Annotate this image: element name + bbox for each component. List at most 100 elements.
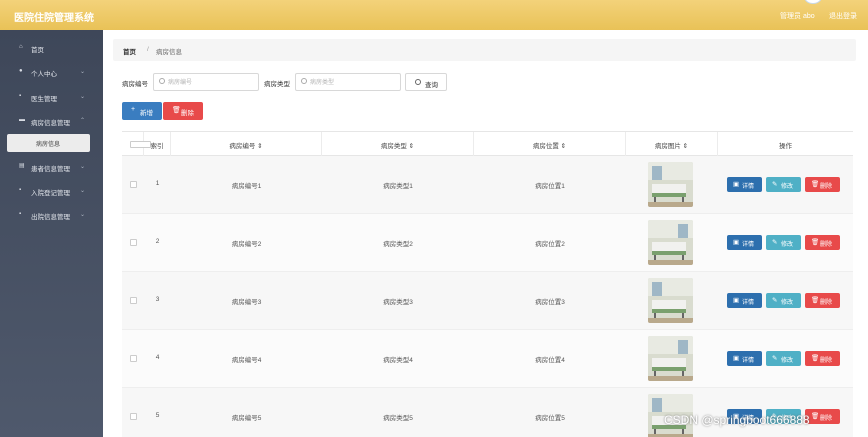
table-row: 3 病房编号3 病房类型3 病房位置3 ▣ 详情 ✎ 修改 🗑 删除 [122, 272, 853, 330]
breadcrumb: 首页 / 病房信息 [113, 39, 856, 61]
delete-button-label: 删除 [820, 416, 833, 422]
row-room-location: 病房位置3 [535, 299, 565, 306]
delete-button-label: 删除 [820, 242, 833, 248]
detail-icon: ▣ [733, 239, 740, 246]
detail-button[interactable]: ▣ 详情 [727, 293, 762, 308]
detail-button[interactable]: ▣ 详情 [727, 235, 762, 250]
edit-icon: ✎ [772, 355, 778, 362]
detail-button-label: 详情 [742, 242, 755, 248]
row-checkbox[interactable] [130, 239, 137, 246]
column-header-label: 病房位置 ⇕ [532, 143, 567, 150]
sidebar-item-home[interactable]: ⌂ 首页 [0, 37, 103, 59]
room-type-field[interactable] [295, 73, 401, 91]
row-room-no: 病房编号2 [231, 241, 262, 248]
row-delete-button[interactable]: 🗑 删除 [805, 293, 840, 308]
room-thumbnail[interactable] [648, 336, 693, 381]
breadcrumb-current: 病房信息 [156, 49, 182, 56]
breadcrumb-home[interactable]: 首页 [123, 46, 136, 56]
row-room-no: 病房编号3 [231, 299, 262, 306]
search-icon [159, 78, 165, 84]
grid-icon: ▪ [19, 211, 22, 217]
column-header-label: 病房编号 ⇕ [229, 143, 263, 150]
header-select-cell [122, 132, 151, 157]
logout-link[interactable]: 退出登录 [829, 11, 857, 21]
table-row: 4 病房编号4 病房类型4 病房位置4 ▣ 详情 ✎ 修改 🗑 删除 [122, 330, 853, 388]
room-no-field[interactable] [153, 73, 259, 91]
main-content: 首页 / 病房信息 病房编号 病房类型 查询 + 新增 🗑 删除 索引 病房 [103, 30, 868, 437]
detail-button-label: 详情 [742, 184, 755, 190]
add-button[interactable]: + 新增 [122, 102, 162, 120]
row-checkbox[interactable] [130, 413, 137, 420]
column-header-room-type[interactable]: 病房类型 ⇕ [322, 132, 474, 157]
row-index: 3 [155, 296, 160, 303]
room-thumbnail[interactable] [648, 162, 693, 207]
chevron-down-icon: ⌄ [80, 212, 86, 218]
trash-icon: 🗑 [811, 239, 820, 246]
row-index: 1 [155, 180, 160, 187]
batch-delete-button[interactable]: 🗑 删除 [163, 102, 203, 120]
sidebar-item-label: 医生管理 [31, 96, 57, 103]
sidebar-item-label: 病房信息管理 [31, 120, 70, 127]
row-checkbox[interactable] [130, 297, 137, 304]
edit-button-label: 修改 [781, 358, 794, 364]
room-no-input[interactable] [168, 77, 248, 88]
column-header-room-location[interactable]: 病房位置 ⇕ [474, 132, 626, 157]
room-type-label: 病房类型 [264, 81, 290, 88]
row-checkbox[interactable] [130, 181, 137, 188]
room-type-input[interactable] [310, 77, 390, 88]
delete-button-label: 删除 [181, 110, 194, 117]
ward-photo-icon [648, 336, 693, 381]
sidebar-item-patient-management[interactable]: ▤ 患者信息管理 ⌄ [0, 156, 103, 178]
edit-icon: ✎ [772, 181, 778, 188]
avatar[interactable] [804, 0, 822, 4]
edit-button[interactable]: ✎ 修改 [766, 177, 801, 192]
detail-button-label: 详情 [742, 358, 755, 364]
sidebar-item-doctor-management[interactable]: ▪ 医生管理 ⌄ [0, 86, 103, 108]
chevron-down-icon: ⌄ [80, 94, 86, 100]
edit-button-label: 修改 [781, 184, 794, 190]
sidebar-item-ward-management[interactable]: ▬ 病房信息管理 ⌃ [0, 110, 103, 132]
watermark: CSDN @springboot666888 [664, 413, 810, 427]
column-header-room-image[interactable]: 病房图片 ⇕ [626, 132, 718, 157]
row-delete-button[interactable]: 🗑 删除 [805, 351, 840, 366]
edit-button[interactable]: ✎ 修改 [766, 235, 801, 250]
row-room-location: 病房位置1 [535, 183, 565, 190]
row-room-location: 病房位置2 [535, 241, 565, 248]
edit-button-label: 修改 [781, 300, 794, 306]
table-header: 索引 病房编号 ⇕ 病房类型 ⇕ 病房位置 ⇕ 病房图片 ⇕ 操作 [122, 131, 853, 157]
top-bar: 医院住院管理系统 管理员 abo 退出登录 [0, 0, 868, 30]
sidebar-item-discharge-management[interactable]: ▪ 出院信息管理 ⌄ [0, 204, 103, 226]
column-header-label: 索引 [150, 143, 164, 150]
column-header-room-no[interactable]: 病房编号 ⇕ [171, 132, 322, 157]
detail-button[interactable]: ▣ 详情 [727, 177, 762, 192]
room-no-label: 病房编号 [122, 81, 148, 88]
grid-icon: ▪ [19, 187, 22, 193]
row-delete-button[interactable]: 🗑 删除 [805, 177, 840, 192]
search-icon [415, 79, 421, 85]
query-button[interactable]: 查询 [405, 73, 447, 91]
sidebar-item-label: 患者信息管理 [31, 166, 70, 173]
sidebar-item-label: 个人中心 [31, 71, 57, 78]
detail-button[interactable]: ▣ 详情 [727, 351, 762, 366]
row-room-type: 病房类型5 [383, 415, 413, 422]
detail-icon: ▣ [733, 181, 740, 188]
table-row: 2 病房编号2 病房类型2 病房位置2 ▣ 详情 ✎ 修改 🗑 删除 [122, 214, 853, 272]
detail-button-label: 详情 [742, 300, 755, 306]
room-thumbnail[interactable] [648, 220, 693, 265]
sidebar-subitem-label: 病房信息 [36, 142, 61, 148]
query-button-label: 查询 [425, 82, 438, 89]
sidebar-item-personal-center[interactable]: ● 个人中心 ⌄ [0, 61, 103, 83]
room-thumbnail[interactable] [648, 278, 693, 323]
sidebar-item-admission-management[interactable]: ▪ 入院登记管理 ⌄ [0, 180, 103, 202]
row-delete-button[interactable]: 🗑 删除 [805, 409, 840, 424]
sidebar-subitem-ward-info[interactable]: 病房信息 [7, 134, 90, 152]
edit-button[interactable]: ✎ 修改 [766, 293, 801, 308]
trash-icon: 🗑 [172, 107, 181, 114]
ward-photo-icon [648, 162, 693, 207]
row-checkbox[interactable] [130, 355, 137, 362]
row-delete-button[interactable]: 🗑 删除 [805, 235, 840, 250]
edit-button[interactable]: ✎ 修改 [766, 351, 801, 366]
user-icon: ● [19, 68, 23, 74]
column-header-label: 病房图片 ⇕ [654, 143, 689, 150]
chevron-down-icon: ⌄ [80, 188, 86, 194]
